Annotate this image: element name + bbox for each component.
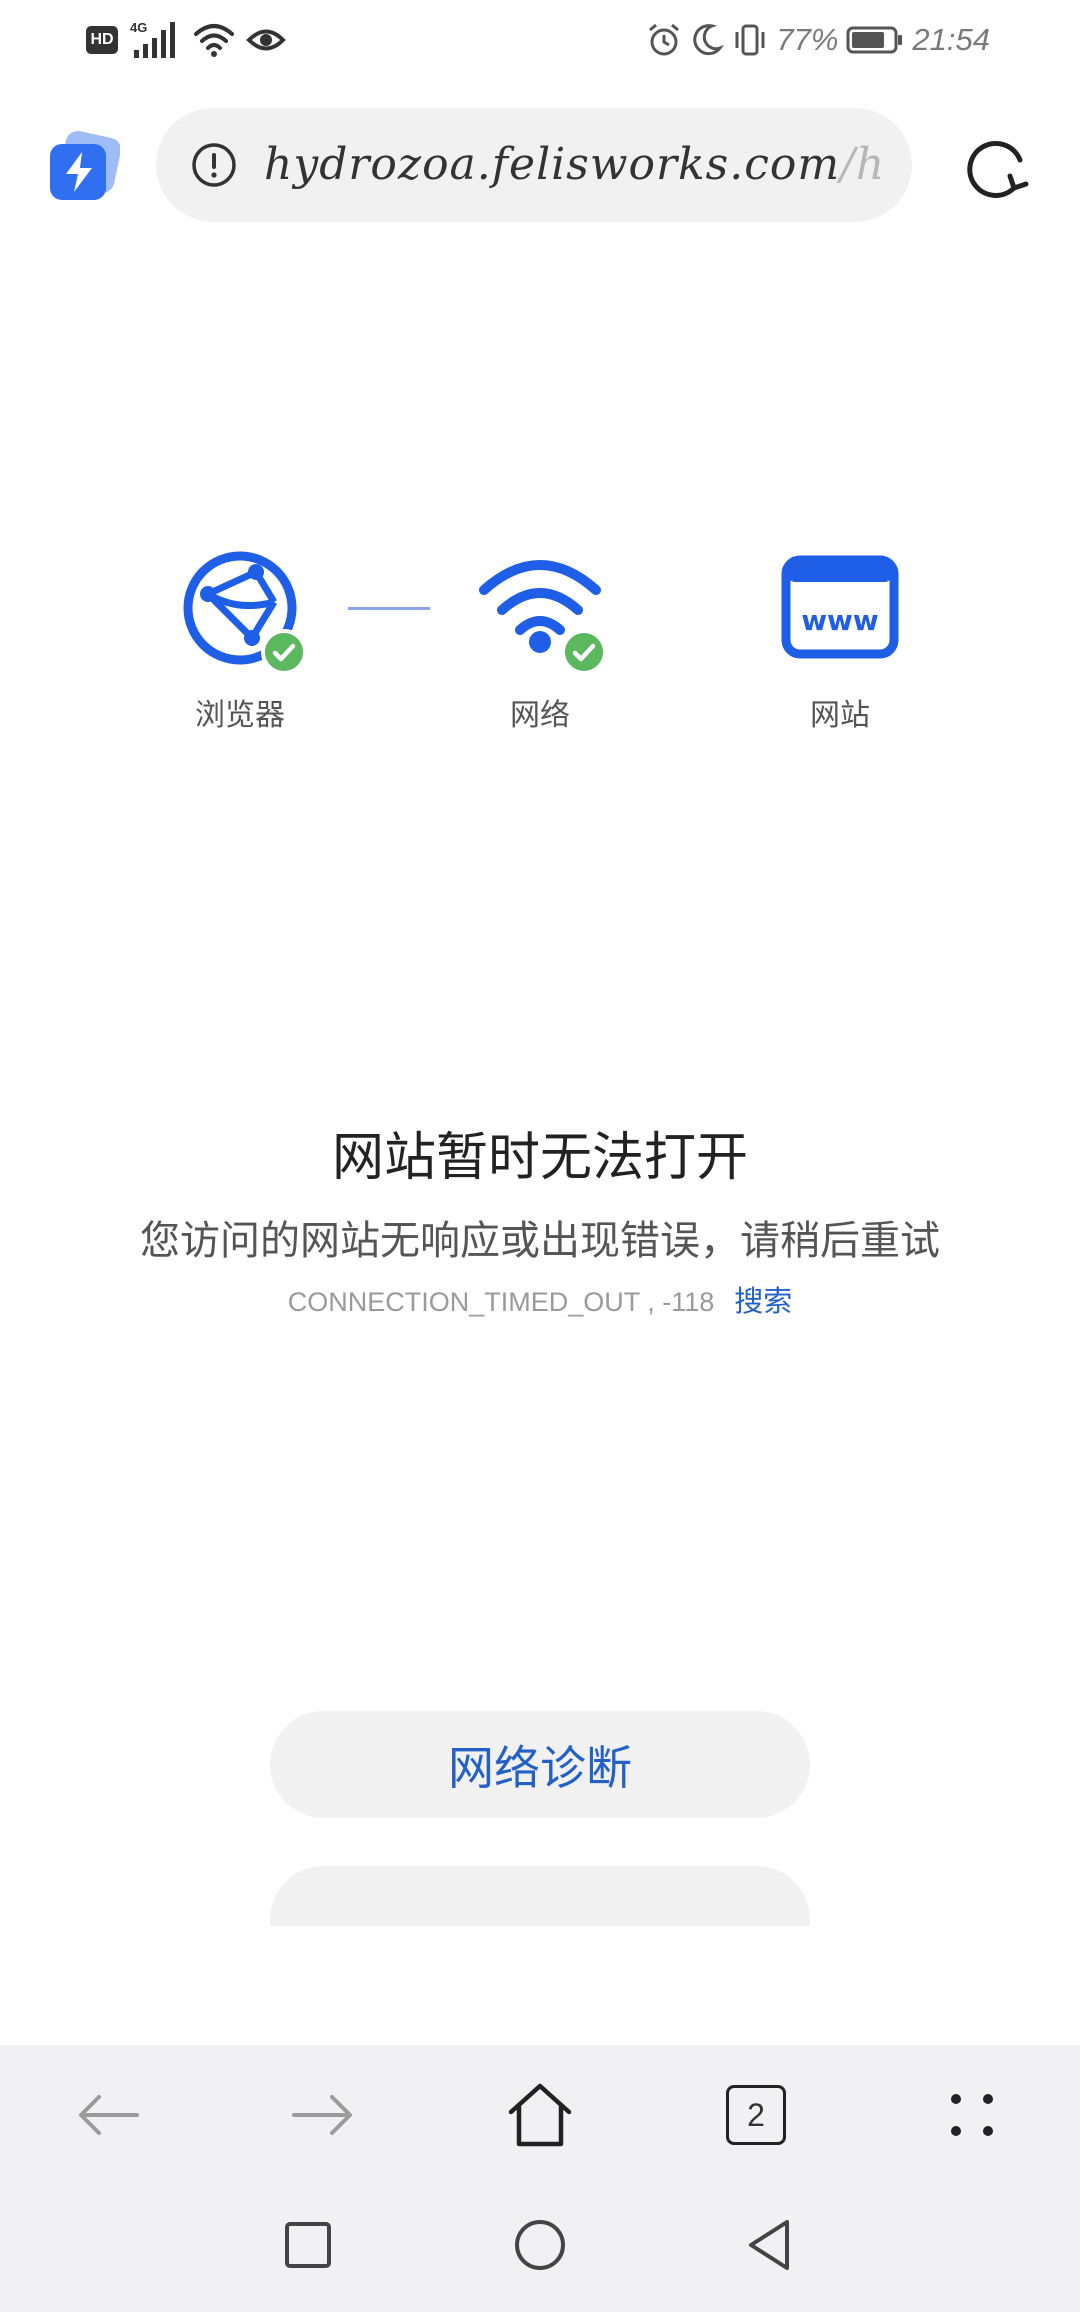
- status-bar: HD 4G 77% 21:54: [0, 0, 1080, 80]
- secondary-button-peek[interactable]: [270, 1866, 810, 1926]
- search-link[interactable]: 搜索: [734, 1284, 792, 1318]
- vibrate-icon: [735, 24, 765, 56]
- url-text[interactable]: hydrozoa.felisworks.com/hhzl/: [264, 130, 886, 200]
- diag-label-browser: 浏览器: [195, 698, 285, 733]
- diag-label-network: 网络: [510, 698, 570, 733]
- diag-label-website: 网站: [810, 698, 870, 733]
- url-path: /hhzl/: [840, 139, 886, 190]
- error-code-row: CONNECTION_TIMED_OUT , -118 搜索: [0, 1278, 1080, 1320]
- network-type-label: 4G: [130, 20, 147, 35]
- tabs-button[interactable]: 2: [716, 2075, 796, 2155]
- forward-button[interactable]: [283, 2075, 363, 2155]
- menu-button[interactable]: [932, 2075, 1012, 2155]
- status-left-icons: HD 4G: [86, 18, 286, 62]
- reload-icon: [967, 141, 1029, 198]
- back-button[interactable]: [68, 2075, 148, 2155]
- browser-ok-check-icon: [261, 629, 307, 675]
- status-time: 21:54: [912, 22, 990, 57]
- network-ok-check-icon: [561, 629, 607, 675]
- url-host: hydrozoa.felisworks.com: [264, 139, 841, 190]
- system-nav-bar: [0, 2185, 1080, 2312]
- home-icon: [508, 2083, 572, 2147]
- website-www-icon: www: [778, 546, 902, 670]
- home-nav-button[interactable]: [500, 2205, 580, 2285]
- moon-icon: [693, 24, 725, 56]
- info-circle-icon[interactable]: [190, 141, 238, 189]
- eye-icon: [246, 29, 286, 51]
- triangle-back-icon: [749, 2220, 789, 2270]
- address-bar[interactable]: hydrozoa.felisworks.com/hhzl/: [156, 108, 912, 222]
- alarm-icon: [649, 23, 680, 56]
- home-button[interactable]: [500, 2075, 580, 2155]
- status-right-icons: 77% 21:54: [646, 18, 990, 62]
- signal-icon: 4G: [130, 20, 175, 58]
- square-icon: [285, 2222, 331, 2268]
- hd-badge: HD: [86, 26, 118, 54]
- reload-button[interactable]: [958, 130, 1034, 206]
- back-nav-button[interactable]: [730, 2205, 810, 2285]
- recents-button[interactable]: [268, 2205, 348, 2285]
- browser-toolbar: 2: [0, 2045, 1080, 2185]
- tab-count: 2: [726, 2085, 786, 2145]
- connector-line: [348, 607, 430, 610]
- error-description: 您访问的网站无响应或出现错误，请稍后重试: [140, 1218, 940, 1264]
- circle-icon: [515, 2220, 565, 2270]
- arrow-left-icon: [79, 2095, 139, 2135]
- error-title: 网站暂时无法打开: [331, 1128, 748, 1188]
- browser-logo-icon[interactable]: [46, 130, 121, 204]
- battery-icon: [846, 26, 903, 54]
- wifi-status-icon: [194, 24, 234, 57]
- svg-text:www: www: [801, 604, 879, 637]
- battery-percent: 77%: [776, 22, 839, 57]
- network-diagnose-button[interactable]: 网络诊断: [270, 1711, 810, 1818]
- arrow-right-icon: [292, 2095, 352, 2135]
- error-code: CONNECTION_TIMED_OUT , -118: [287, 1287, 715, 1317]
- dots-menu-icon: [951, 2094, 993, 2136]
